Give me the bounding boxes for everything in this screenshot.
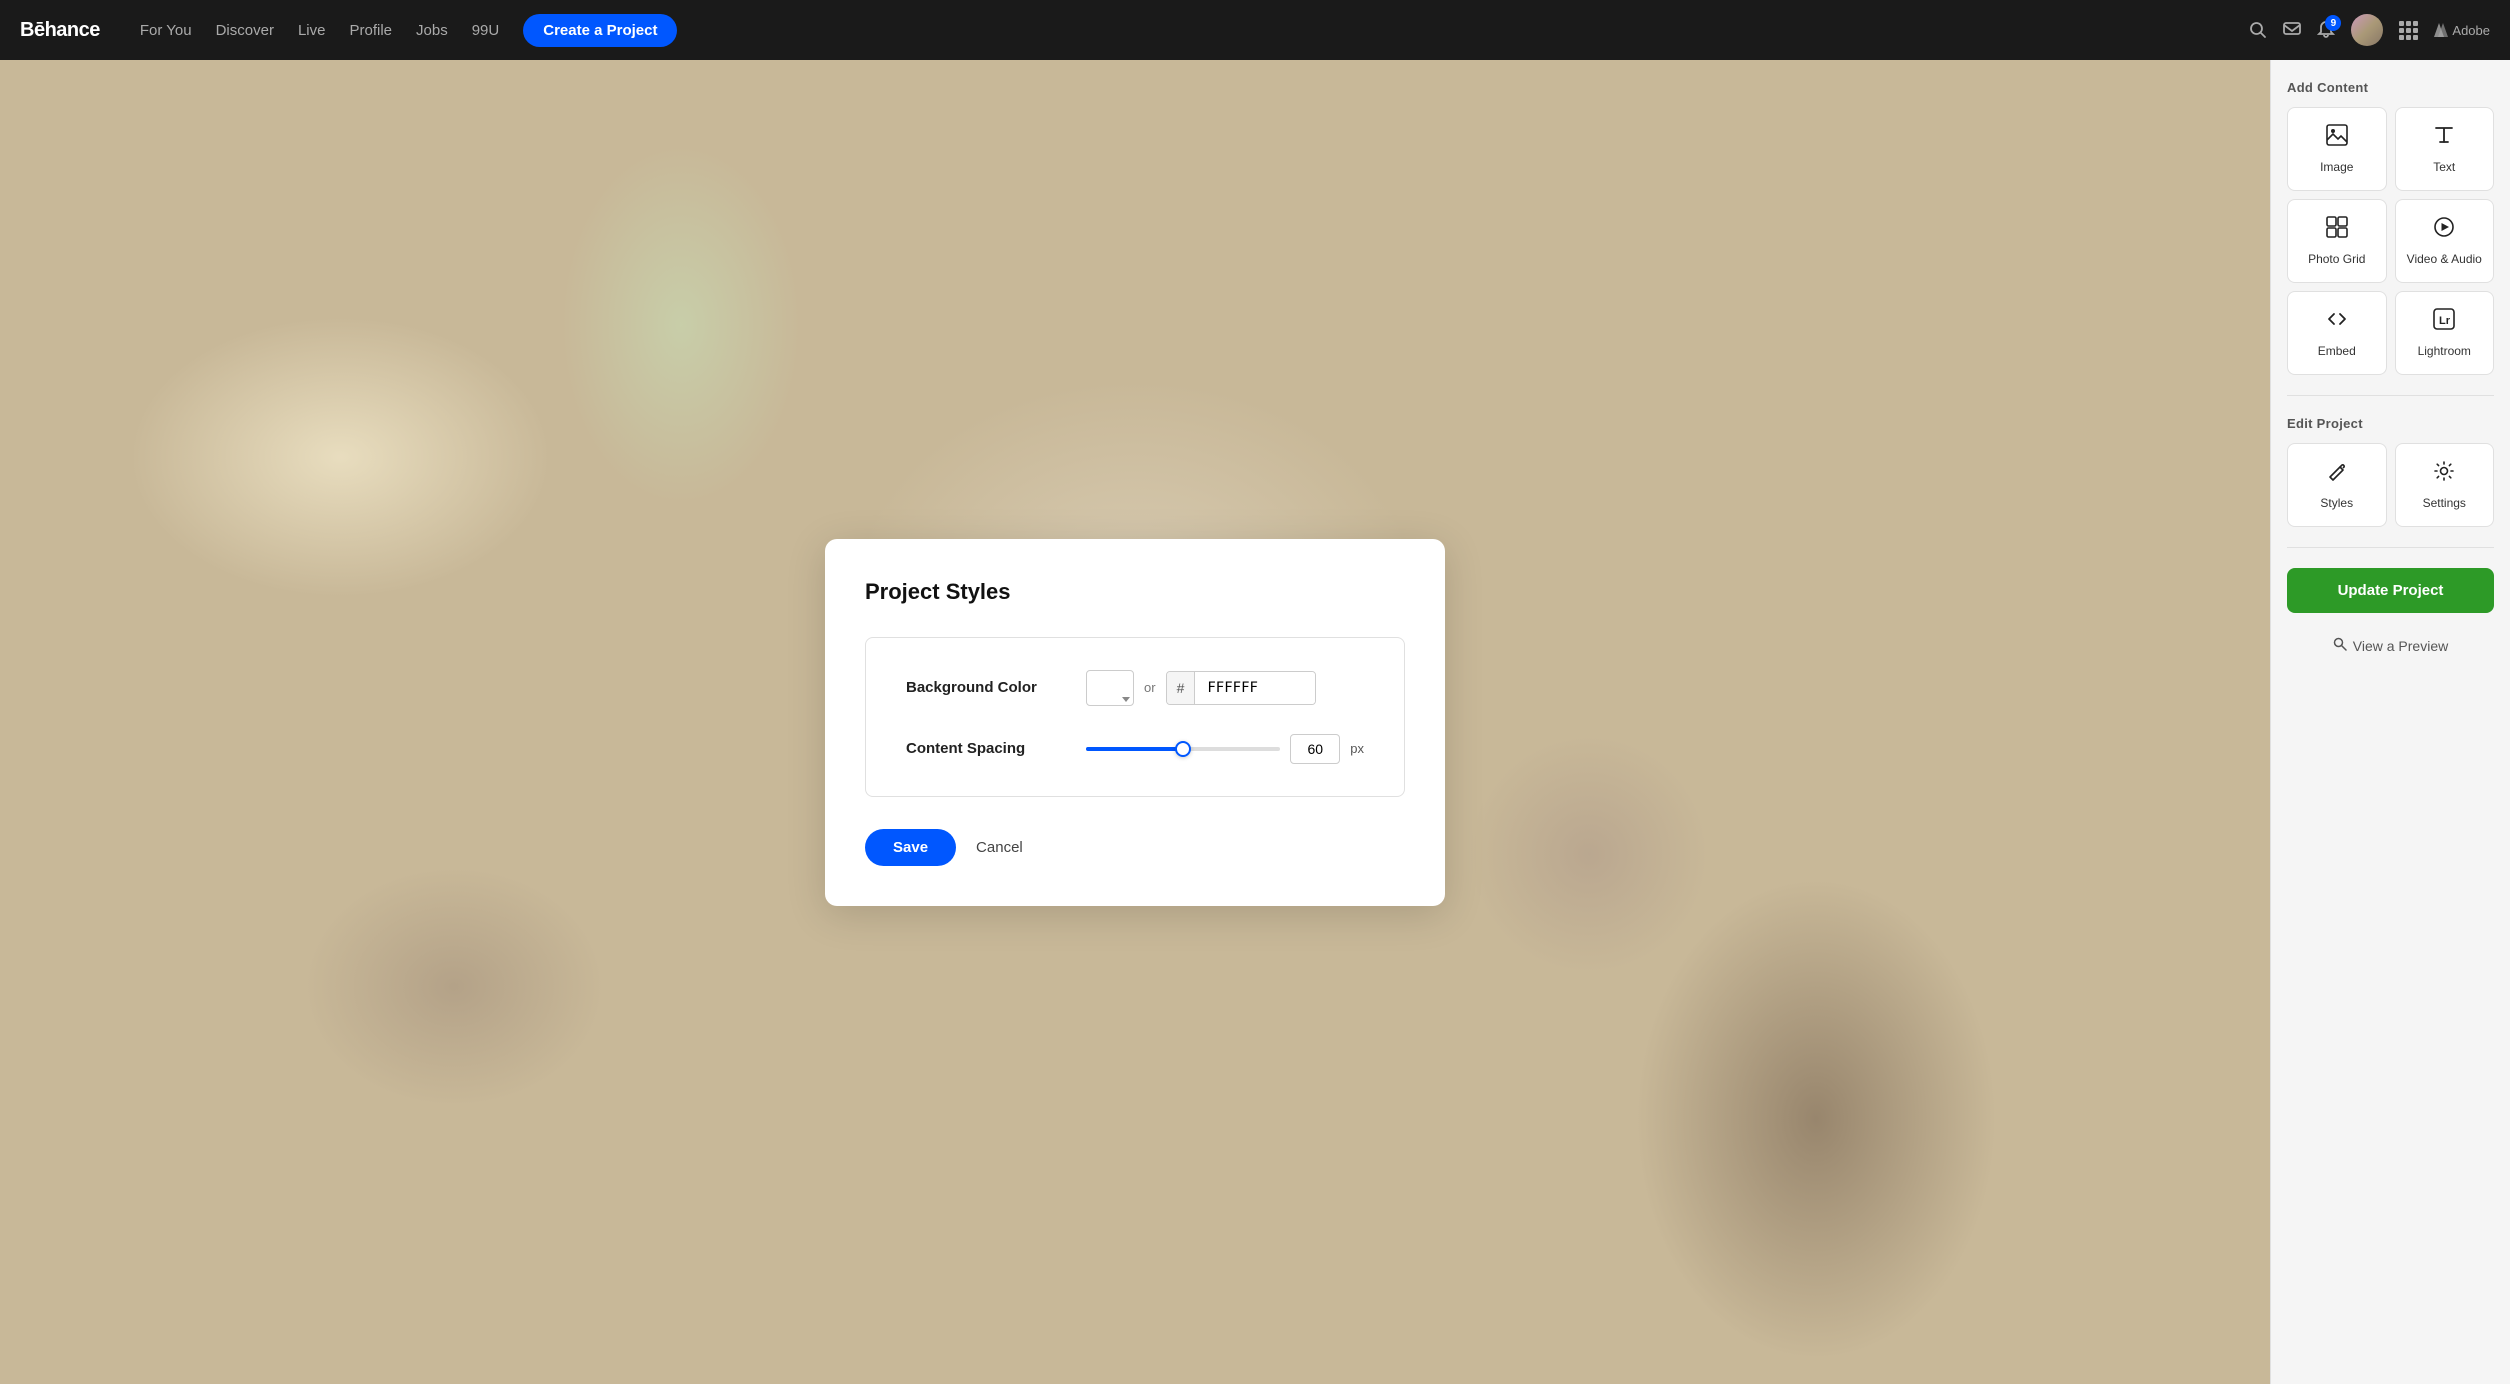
navbar-right: 9 Adobe (2249, 14, 2490, 46)
avatar[interactable] (2351, 14, 2383, 46)
slider-fill (1086, 747, 1183, 751)
or-label: or (1144, 680, 1156, 695)
lightroom-icon: Lr (2433, 308, 2455, 336)
view-preview-label: View a Preview (2353, 638, 2448, 654)
nav-for-you[interactable]: For You (140, 22, 192, 39)
sidebar-item-lightroom-label: Lightroom (2418, 344, 2471, 358)
sidebar-item-settings-label: Settings (2423, 496, 2466, 510)
search-icon[interactable] (2249, 21, 2267, 39)
sidebar: Add Content Image (2270, 60, 2510, 1384)
navbar: Bēhance For You Discover Live Profile Jo… (0, 0, 2510, 60)
text-icon (2433, 124, 2455, 152)
sidebar-divider (2287, 395, 2494, 396)
update-project-button[interactable]: Update Project (2287, 568, 2494, 613)
px-label: px (1350, 741, 1364, 756)
spacing-value-input[interactable] (1290, 734, 1340, 764)
edit-project-grid: Styles Settings (2287, 443, 2494, 527)
sidebar-item-image[interactable]: Image (2287, 107, 2387, 191)
background-color-row: Background Color or # (906, 670, 1364, 706)
nav-jobs[interactable]: Jobs (416, 22, 448, 39)
sidebar-item-image-label: Image (2320, 160, 2353, 174)
nav-live[interactable]: Live (298, 22, 326, 39)
sidebar-item-video-audio-label: Video & Audio (2407, 252, 2482, 266)
hex-color-input[interactable] (1195, 672, 1315, 704)
modal-overlay: Project Styles Background Color or # (0, 60, 2270, 1384)
embed-icon (2326, 308, 2348, 336)
content-spacing-row: Content Spacing px (906, 734, 1364, 764)
modal-actions: Save Cancel (865, 829, 1405, 866)
adobe-logo[interactable]: Adobe (2434, 23, 2490, 38)
nav-discover[interactable]: Discover (216, 22, 274, 39)
add-content-section: Add Content Image (2287, 80, 2494, 375)
video-audio-icon (2433, 216, 2455, 244)
modal-form: Background Color or # (865, 637, 1405, 797)
create-project-button[interactable]: Create a Project (523, 14, 677, 47)
nav: For You Discover Live Profile Jobs 99U C… (140, 14, 2226, 47)
notifications-icon[interactable]: 9 (2317, 21, 2335, 39)
sidebar-item-embed-label: Embed (2318, 344, 2356, 358)
messages-icon[interactable] (2283, 21, 2301, 39)
spacing-slider-container: px (1086, 734, 1364, 764)
sidebar-item-lightroom[interactable]: Lr Lightroom (2395, 291, 2495, 375)
sidebar-item-embed[interactable]: Embed (2287, 291, 2387, 375)
project-styles-modal: Project Styles Background Color or # (825, 539, 1445, 906)
edit-project-title: Edit Project (2287, 416, 2494, 431)
color-controls: or # (1086, 670, 1364, 706)
save-button[interactable]: Save (865, 829, 956, 866)
content-spacing-label: Content Spacing (906, 740, 1086, 757)
settings-gear-icon (2433, 460, 2455, 488)
sidebar-divider-2 (2287, 547, 2494, 548)
sidebar-item-text-label: Text (2433, 160, 2455, 174)
cancel-button[interactable]: Cancel (976, 839, 1023, 856)
nav-99u[interactable]: 99U (472, 22, 500, 39)
add-content-title: Add Content (2287, 80, 2494, 95)
notification-badge: 9 (2325, 15, 2341, 31)
image-icon (2326, 124, 2348, 152)
slider-thumb[interactable] (1175, 741, 1191, 757)
nav-profile[interactable]: Profile (349, 22, 392, 39)
sidebar-item-settings[interactable]: Settings (2395, 443, 2495, 527)
background-color-label: Background Color (906, 679, 1086, 696)
styles-icon (2326, 460, 2348, 488)
hash-symbol: # (1167, 672, 1196, 704)
hex-input-container: # (1166, 671, 1317, 705)
color-picker[interactable] (1086, 670, 1134, 706)
view-preview-button[interactable]: View a Preview (2287, 629, 2494, 662)
edit-project-section: Edit Project Styles (2287, 416, 2494, 527)
content-area: Project Styles Background Color or # (0, 60, 2270, 1384)
logo[interactable]: Bēhance (20, 19, 100, 42)
sidebar-item-photo-grid[interactable]: Photo Grid (2287, 199, 2387, 283)
sidebar-item-video-audio[interactable]: Video & Audio (2395, 199, 2495, 283)
photo-grid-icon (2326, 216, 2348, 244)
add-content-grid: Image Text (2287, 107, 2494, 375)
slider-track (1086, 747, 1280, 751)
svg-text:Lr: Lr (2439, 315, 2451, 327)
sidebar-item-styles-label: Styles (2320, 496, 2353, 510)
modal-title: Project Styles (865, 579, 1405, 605)
apps-grid-icon[interactable] (2399, 21, 2418, 40)
sidebar-item-text[interactable]: Text (2395, 107, 2495, 191)
sidebar-item-photo-grid-label: Photo Grid (2308, 252, 2365, 266)
main-layout: Project Styles Background Color or # (0, 60, 2510, 1384)
sidebar-item-styles[interactable]: Styles (2287, 443, 2387, 527)
preview-search-icon (2333, 637, 2347, 654)
